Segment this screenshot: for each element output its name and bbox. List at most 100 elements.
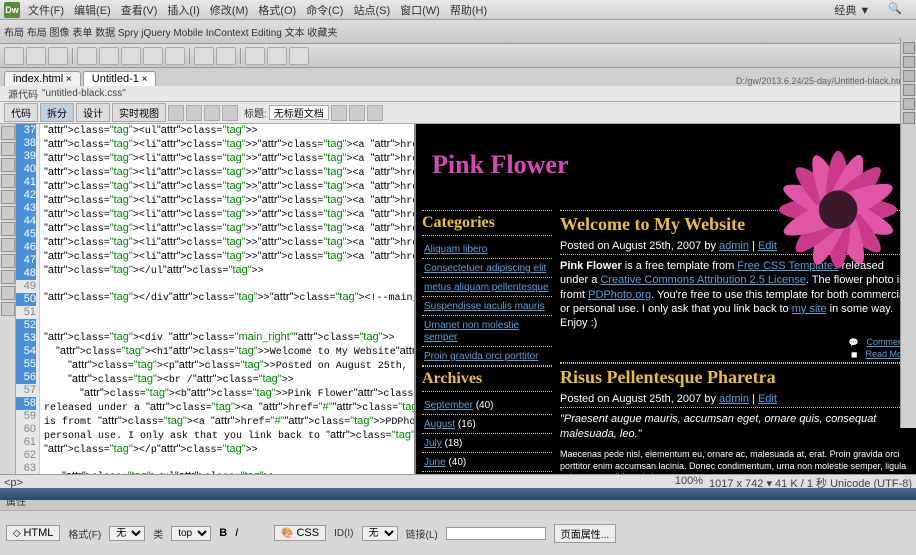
menu-window[interactable]: 窗口(W) (400, 2, 440, 18)
code-tool-icon[interactable] (1, 238, 15, 252)
panel-dock (900, 38, 916, 428)
menu-view[interactable]: 查看(V) (121, 2, 158, 18)
panel-icon[interactable] (903, 70, 915, 82)
class-label: 类 (153, 526, 163, 541)
archive-item[interactable]: September (40) (422, 396, 552, 415)
tag-selector[interactable]: <p> (4, 477, 23, 489)
menu-commands[interactable]: 命令(C) (306, 2, 343, 18)
file-path: D:/gw/2013.6.24/25-day/Untitled-black.ht… (736, 76, 912, 86)
tool-icon[interactable] (121, 47, 141, 65)
menu-site[interactable]: 站点(S) (353, 2, 390, 18)
code-tool-icon[interactable] (1, 286, 15, 300)
toolbar-icon[interactable] (168, 105, 184, 121)
category-item[interactable]: Consectetuer adipiscing elit (422, 259, 552, 278)
tool-icon[interactable] (216, 47, 236, 65)
tool-icon[interactable] (99, 47, 119, 65)
link-input[interactable] (446, 527, 546, 540)
panel-icon[interactable] (903, 112, 915, 124)
design-view-button[interactable]: 设计 (76, 103, 110, 122)
tool-icon[interactable] (289, 47, 309, 65)
tool-icon[interactable] (48, 47, 68, 65)
page-props-button[interactable]: 页面属性... (554, 524, 616, 543)
category-item[interactable]: metus aliquam pellentesque (422, 278, 552, 297)
tab-index[interactable]: index.html × (4, 71, 81, 86)
flower-image (696, 124, 916, 274)
category-item[interactable]: Proin gravida orci porttitor (422, 347, 552, 366)
code-editor[interactable]: "attr">class="tag"><ul"attr">class="tag"… (40, 124, 414, 474)
menu-edit[interactable]: 编辑(E) (74, 2, 111, 18)
insert-toolbar: 布局 布局 图像 表单 数据 Spry jQuery Mobile InCont… (0, 20, 916, 44)
class-select[interactable]: top (171, 526, 211, 541)
panel-icon[interactable] (903, 84, 915, 96)
tool-icon[interactable] (26, 47, 46, 65)
category-item[interactable]: Urnanet non molestie semper (422, 316, 552, 347)
code-pane[interactable]: 3738394041424344454647484950515253545556… (16, 124, 416, 474)
menu-modify[interactable]: 修改(M) (210, 2, 249, 18)
main-area: 3738394041424344454647484950515253545556… (0, 124, 916, 474)
code-tool-icon[interactable] (1, 270, 15, 284)
code-tool-icon[interactable] (1, 126, 15, 140)
toolbar-icon[interactable] (331, 105, 347, 121)
tab-untitled[interactable]: Untitled-1 × (83, 71, 157, 86)
category-item[interactable]: Suspendisse iaculis mauris (422, 297, 552, 316)
source-button[interactable]: 源代码 (8, 86, 38, 101)
body-text-2: Maecenas pede nisl, elementum eu, ornare… (560, 445, 910, 474)
insert-toolbar-icons (0, 44, 916, 68)
tool-icon[interactable] (165, 47, 185, 65)
title-input[interactable] (269, 105, 329, 120)
live-view-button[interactable]: 实时视图 (112, 103, 166, 122)
format-label: 格式(F) (68, 526, 101, 541)
panel-icon[interactable] (903, 98, 915, 110)
menu-file[interactable]: 文件(F) (28, 2, 64, 18)
search-icon[interactable]: 🔍 (888, 2, 902, 18)
archive-item[interactable]: August (16) (422, 415, 552, 434)
archives-heading: Archives (422, 366, 552, 392)
code-tool-icon[interactable] (1, 158, 15, 172)
italic-button[interactable]: I (235, 527, 238, 539)
menu-format[interactable]: 格式(O) (258, 2, 296, 18)
id-label: ID(I) (334, 528, 353, 539)
toolbar-icon[interactable] (186, 105, 202, 121)
document-tabs: index.html × Untitled-1 × D:/gw/2013.6.2… (0, 68, 916, 86)
archive-item[interactable]: July (18) (422, 434, 552, 453)
menu-insert[interactable]: 插入(I) (167, 2, 199, 18)
second-heading: Risus Pellentesque Pharetra (560, 363, 910, 391)
code-tool-icon[interactable] (1, 206, 15, 220)
tool-icon[interactable] (4, 47, 24, 65)
panel-icon[interactable] (903, 56, 915, 68)
code-tool-icon[interactable] (1, 302, 15, 316)
toolbar-icon[interactable] (204, 105, 220, 121)
code-toolbar (0, 124, 16, 474)
post-links: 💬Comments◼Read More (560, 334, 910, 363)
css-file-link[interactable]: "untitled-black.css" (42, 88, 126, 99)
design-preview[interactable]: Pink Flower Categories Aliquam liberoCon… (416, 124, 916, 474)
tool-icon[interactable] (267, 47, 287, 65)
category-item[interactable]: Aliquam libero (422, 240, 552, 259)
post-meta-2: Posted on August 25th, 2007 by admin | E… (560, 391, 910, 408)
code-tool-icon[interactable] (1, 222, 15, 236)
code-tool-icon[interactable] (1, 190, 15, 204)
format-select[interactable]: 无 (109, 526, 145, 541)
workspace-switcher[interactable]: 经典 ▼ (834, 2, 870, 18)
id-select[interactable]: 无 (362, 526, 398, 541)
archive-item[interactable]: May (40) (422, 472, 552, 474)
code-tool-icon[interactable] (1, 254, 15, 268)
archive-item[interactable]: June (40) (422, 453, 552, 472)
menu-help[interactable]: 帮助(H) (450, 2, 487, 18)
tool-icon[interactable] (77, 47, 97, 65)
bold-button[interactable]: B (219, 527, 227, 539)
split-view-button[interactable]: 拆分 (40, 103, 74, 122)
css-mode-button[interactable]: 🎨 CSS (274, 525, 326, 541)
toolbar-icon[interactable] (349, 105, 365, 121)
toolbar-icon[interactable] (367, 105, 383, 121)
tool-icon[interactable] (143, 47, 163, 65)
tool-icon[interactable] (194, 47, 214, 65)
tool-icon[interactable] (245, 47, 265, 65)
code-tool-icon[interactable] (1, 142, 15, 156)
panel-icon[interactable] (903, 42, 915, 54)
code-view-button[interactable]: 代码 (4, 103, 38, 122)
html-mode-button[interactable]: ◇ HTML (6, 525, 60, 541)
toolbar-icon[interactable] (222, 105, 238, 121)
code-tool-icon[interactable] (1, 174, 15, 188)
link-label: 链接(L) (406, 526, 438, 541)
